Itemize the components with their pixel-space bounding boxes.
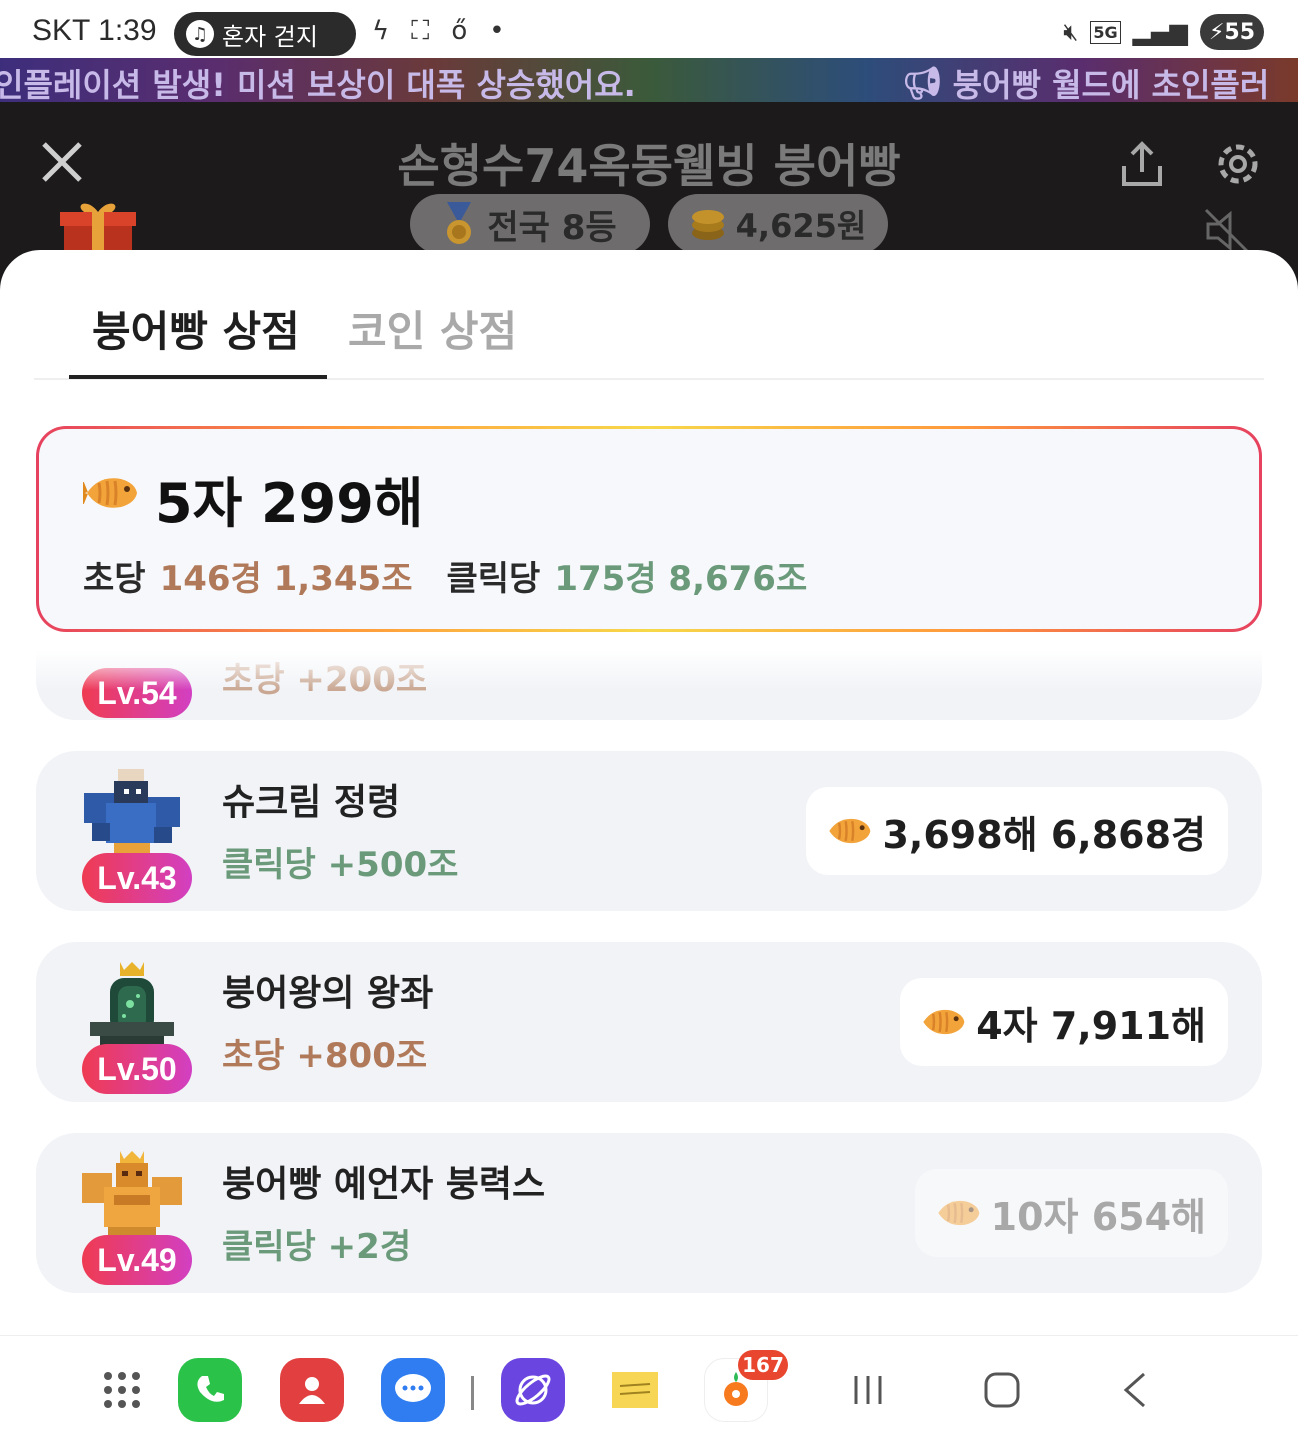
app-grid-icon bbox=[104, 1372, 140, 1408]
level-badge: Lv.49 bbox=[82, 1235, 192, 1285]
contacts-icon bbox=[299, 1377, 325, 1404]
sound-toggle-button[interactable] bbox=[1200, 206, 1254, 256]
gift-icon bbox=[60, 203, 136, 258]
status-time: SKT 1:39 bbox=[32, 14, 157, 47]
notification-count-badge: 167 bbox=[738, 1350, 788, 1380]
shop-tabs: 붕어빵 상점 코인 상점 bbox=[34, 250, 1264, 380]
bungeoppang-icon bbox=[78, 473, 139, 517]
home-icon bbox=[984, 1372, 1020, 1408]
mute-status-icon: 🔇︎ bbox=[1063, 18, 1079, 46]
notification-icons: ϟ ⛶ ő • bbox=[372, 16, 505, 47]
level-badge: Lv.50 bbox=[82, 1044, 192, 1094]
total-bungeoppang: 5자 299해 bbox=[155, 472, 424, 535]
item-price: 3,698해 6,868경 bbox=[882, 812, 1206, 857]
battery-indicator: ⚡ 55 bbox=[1200, 14, 1264, 50]
messages-app-button[interactable] bbox=[381, 1358, 445, 1422]
ticker-message-next-text: 붕어빵 월드에 초인플러 bbox=[952, 66, 1270, 102]
bungeoppang-icon bbox=[923, 1009, 965, 1035]
now-playing-title: 혼자 걷지 bbox=[222, 22, 318, 51]
announcement-ticker: 인플레이션 발생! 미션 보상이 대폭 상승했어요. 📢︎ 붕어빵 월드에 초인… bbox=[0, 58, 1298, 102]
scroll-fade bbox=[36, 650, 1262, 690]
more-dot-icon: • bbox=[489, 16, 505, 46]
shop-title: 손형수74옥동웰빙 붕어빵 bbox=[397, 139, 901, 193]
message-bubble-icon bbox=[395, 1374, 431, 1402]
system-nav-bar: 167 bbox=[0, 1335, 1298, 1440]
home-button[interactable] bbox=[970, 1358, 1034, 1422]
active-tab-indicator bbox=[69, 375, 327, 379]
ticker-message: 인플레이션 발생! 미션 보상이 대폭 상승했어요. bbox=[0, 66, 636, 102]
medal-icon bbox=[447, 202, 472, 244]
item-price: 10자 654해 bbox=[990, 1194, 1206, 1239]
note-icon bbox=[612, 1372, 658, 1408]
buy-button[interactable]: 10자 654해 bbox=[914, 1169, 1228, 1257]
bungeoppang-icon bbox=[937, 1200, 979, 1226]
item-price: 4자 7,911해 bbox=[976, 1003, 1206, 1048]
app-drawer-button[interactable] bbox=[90, 1358, 154, 1422]
coin-stack-icon bbox=[691, 210, 724, 240]
tab-bungeoppang-shop[interactable]: 붕어빵 상점 bbox=[92, 298, 300, 359]
settings-button[interactable] bbox=[1212, 138, 1264, 190]
item-name: 붕어빵 예언자 붕력스 bbox=[222, 1164, 546, 1205]
speaker-mute-icon bbox=[1204, 208, 1250, 254]
shop-item[interactable]: Lv.50 붕어왕의 왕좌 초당 +800조 4자 7,911해 bbox=[36, 942, 1262, 1102]
item-name: 붕어왕의 왕좌 bbox=[222, 973, 434, 1014]
network-type: 5G bbox=[1090, 20, 1121, 44]
browser-app-button[interactable] bbox=[501, 1358, 565, 1422]
shop-item[interactable]: Lv.49 붕어빵 예언자 붕력스 클릭당 +2경 10자 654해 bbox=[36, 1133, 1262, 1293]
system-icons: 🔇︎ 5G ▂▄▆ ⚡ 55 bbox=[1063, 14, 1264, 50]
level-badge: Lv.43 bbox=[82, 853, 192, 903]
phone-icon bbox=[197, 1376, 224, 1402]
internet-planet-icon bbox=[515, 1374, 551, 1406]
share-button[interactable] bbox=[1116, 138, 1168, 190]
production-summary-card: 5자 299해 초당 146경 1,345조 클릭당 175경 8,676조 bbox=[36, 426, 1262, 632]
tab-coin-shop[interactable]: 코인 상점 bbox=[348, 298, 517, 359]
app-notification-icon: ő bbox=[451, 16, 468, 46]
dock-divider bbox=[471, 1376, 474, 1410]
per-click-label: 클릭당 bbox=[446, 559, 541, 599]
rank-badge[interactable]: 전국 8등 bbox=[410, 194, 650, 254]
shop-item[interactable]: Lv.43 슈크림 정령 클릭당 +500조 3,698해 6,868경 bbox=[36, 751, 1262, 911]
status-bar: SKT 1:39 ♫ 혼자 걷지 ϟ ⛶ ő • 🔇︎ 5G ▂▄▆ ⚡ 55 bbox=[0, 0, 1298, 58]
recents-icon bbox=[854, 1376, 882, 1404]
share-icon bbox=[1122, 141, 1162, 186]
item-effect: 초당 +800조 bbox=[222, 1036, 428, 1076]
buy-button[interactable]: 4자 7,911해 bbox=[900, 978, 1228, 1066]
production-rates: 초당 146경 1,345조 클릭당 175경 8,676조 bbox=[83, 551, 807, 600]
per-sec-label: 초당 bbox=[83, 559, 146, 599]
item-effect: 클릭당 +2경 bbox=[222, 1227, 412, 1267]
ticker-message-next: 📢︎ 붕어빵 월드에 초인플러 bbox=[902, 60, 1269, 102]
megaphone-icon: 📢︎ bbox=[902, 64, 943, 102]
item-effect: 클릭당 +500조 bbox=[222, 845, 459, 885]
back-button[interactable] bbox=[1104, 1358, 1168, 1422]
rank-text: 전국 8등 bbox=[487, 207, 617, 248]
buy-button[interactable]: 3,698해 6,868경 bbox=[806, 787, 1228, 875]
golden-prophet-icon bbox=[78, 1151, 186, 1247]
contacts-app-button[interactable] bbox=[280, 1358, 344, 1422]
shop-item-partial[interactable]: Lv.54 초당 +200조 bbox=[36, 650, 1262, 720]
coin-balance[interactable]: 4,625원 bbox=[668, 194, 888, 254]
item-name: 슈크림 정령 bbox=[222, 782, 401, 823]
flash-icon: ϟ bbox=[372, 16, 390, 46]
shop-sheet: 붕어빵 상점 코인 상점 5자 299해 초당 146경 1,345조 클릭당 … bbox=[0, 250, 1298, 1335]
bungeoppang-icon bbox=[829, 818, 871, 844]
coin-amount: 4,625원 bbox=[735, 207, 867, 245]
per-click-value: 175경 8,676조 bbox=[554, 559, 808, 599]
gear-icon bbox=[1218, 144, 1258, 184]
notes-app-button[interactable] bbox=[603, 1358, 667, 1422]
back-chevron-icon bbox=[1123, 1372, 1145, 1408]
gift-button[interactable] bbox=[60, 198, 136, 258]
signal-icon: ▂▄▆ bbox=[1132, 18, 1188, 46]
now-playing-pill[interactable]: ♫ 혼자 걷지 bbox=[174, 12, 356, 56]
screen-capture-icon: ⛶ bbox=[411, 16, 430, 46]
music-note-icon: ♫ bbox=[186, 20, 214, 48]
per-sec-value: 146경 1,345조 bbox=[159, 559, 413, 599]
throne-icon bbox=[78, 960, 186, 1056]
recent-apps-button[interactable] bbox=[836, 1358, 900, 1422]
battery-level: 55 bbox=[1224, 19, 1256, 45]
phone-app-button[interactable] bbox=[178, 1358, 242, 1422]
cream-spirit-icon bbox=[78, 769, 186, 865]
